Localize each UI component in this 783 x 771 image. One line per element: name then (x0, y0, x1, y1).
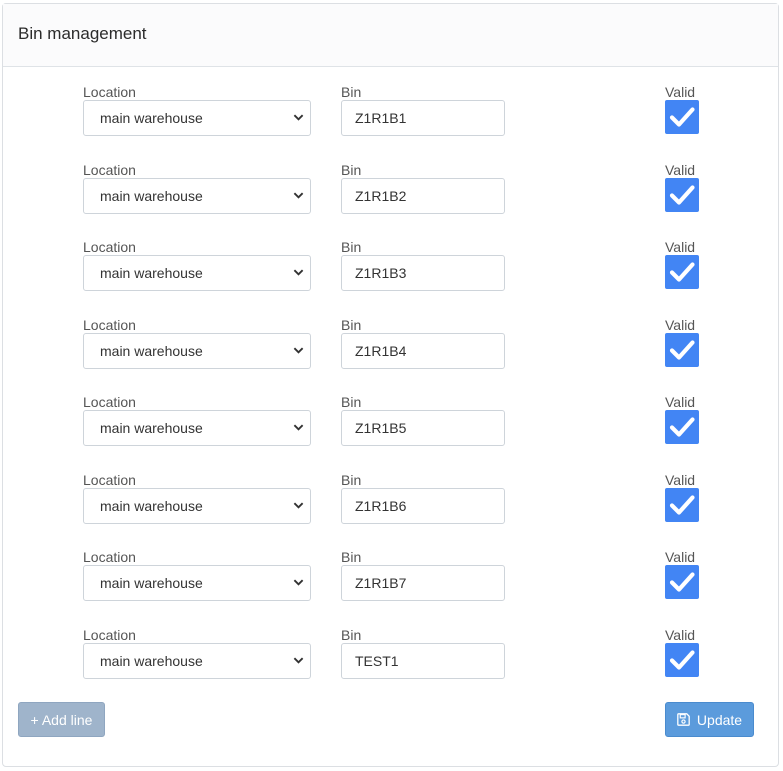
chevron-down-icon (293, 269, 304, 276)
chevron-down-icon (293, 424, 304, 431)
card-title: Bin management (3, 4, 778, 67)
check-icon (669, 339, 695, 360)
bin-row: Location Bin Valid main warehouse Z1R1B5 (3, 394, 780, 472)
location-select[interactable]: main warehouse (83, 487, 311, 524)
bin-input[interactable]: TEST1 (341, 642, 505, 679)
valid-checkbox[interactable] (665, 642, 699, 677)
bin-label: Bin (341, 549, 362, 565)
chevron-down-icon (293, 502, 304, 509)
location-select[interactable]: main warehouse (83, 642, 311, 679)
save-icon (677, 713, 690, 726)
valid-checkbox[interactable] (665, 410, 699, 444)
bin-input[interactable]: Z1R1B6 (341, 487, 505, 524)
add-line-button[interactable]: + Add line (18, 702, 105, 737)
bin-input-value: Z1R1B1 (355, 110, 407, 126)
bin-row: Location Bin Valid main warehouse Z1R1B1 (3, 84, 780, 162)
update-button[interactable]: Update (665, 702, 754, 737)
bin-label: Bin (341, 626, 362, 643)
valid-checkbox[interactable] (665, 255, 699, 289)
bin-label: Bin (341, 239, 362, 255)
update-label: Update (696, 711, 743, 728)
check-icon (669, 107, 695, 127)
location-label: Location (83, 239, 136, 255)
bin-input[interactable]: Z1R1B4 (341, 332, 505, 369)
location-select[interactable]: main warehouse (83, 100, 311, 136)
check-icon (669, 184, 695, 205)
location-select[interactable]: main warehouse (83, 177, 311, 214)
bin-input-value: Z1R1B7 (355, 575, 407, 591)
valid-label: Valid (665, 394, 696, 410)
location-select[interactable]: main warehouse (83, 565, 311, 601)
valid-label: Valid (665, 626, 696, 643)
bin-row: Location Bin Valid main warehouse Z1R1B3 (3, 239, 780, 317)
chevron-down-icon (293, 657, 304, 664)
bin-label: Bin (341, 161, 362, 178)
bin-input-value: Z1R1B5 (355, 420, 407, 436)
chevron-down-icon (293, 347, 304, 354)
valid-checkbox[interactable] (665, 565, 699, 599)
check-icon (669, 417, 695, 437)
location-select-value: main warehouse (100, 265, 203, 281)
valid-label: Valid (665, 161, 696, 178)
bin-label: Bin (341, 84, 362, 100)
bin-row: Location Bin Valid main warehouse Z1R1B2 (3, 162, 780, 240)
bin-management-card: Bin management Location Bin Valid main ware… (2, 3, 779, 767)
chevron-down-icon (293, 114, 304, 121)
bin-row: Location Bin Valid main warehouse Z1R1B6 (3, 472, 780, 550)
location-select-value: main warehouse (100, 110, 203, 126)
valid-label: Valid (665, 84, 696, 100)
valid-label: Valid (665, 471, 696, 488)
check-icon (669, 572, 695, 592)
chevron-down-icon (293, 579, 304, 586)
valid-checkbox[interactable] (665, 177, 699, 212)
bin-input[interactable]: Z1R1B3 (341, 255, 505, 291)
location-select[interactable]: main warehouse (83, 332, 311, 369)
check-icon (669, 649, 695, 670)
bin-label: Bin (341, 471, 362, 488)
location-select-value: main warehouse (100, 652, 203, 669)
bin-row: Location Bin Valid main warehouse TEST1 (3, 627, 780, 705)
bin-label: Bin (341, 394, 362, 410)
bin-input[interactable]: Z1R1B1 (341, 100, 505, 136)
location-select[interactable]: main warehouse (83, 255, 311, 291)
location-label: Location (83, 471, 136, 488)
bin-input-value: Z1R1B3 (355, 265, 407, 281)
location-select[interactable]: main warehouse (83, 410, 311, 446)
location-select-value: main warehouse (100, 575, 203, 591)
location-label: Location (83, 84, 136, 100)
bin-row: Location Bin Valid main warehouse Z1R1B7 (3, 549, 780, 627)
check-icon (669, 262, 695, 282)
valid-label: Valid (665, 239, 696, 255)
location-select-value: main warehouse (100, 342, 203, 359)
valid-checkbox[interactable] (665, 332, 699, 367)
add-line-label: + Add line (30, 711, 93, 728)
bin-input-value: TEST1 (355, 652, 399, 669)
location-label: Location (83, 316, 136, 333)
bin-row: Location Bin Valid main warehouse Z1R1B4 (3, 317, 780, 395)
valid-label: Valid (665, 549, 696, 565)
location-label: Location (83, 549, 136, 565)
check-icon (669, 494, 695, 515)
bin-input-value: Z1R1B2 (355, 187, 407, 204)
valid-checkbox[interactable] (665, 100, 699, 134)
bin-input-value: Z1R1B4 (355, 342, 407, 359)
bin-input-value: Z1R1B6 (355, 497, 407, 514)
location-select-value: main warehouse (100, 187, 203, 204)
bin-input[interactable]: Z1R1B5 (341, 410, 505, 446)
valid-label: Valid (665, 316, 696, 333)
bin-label: Bin (341, 316, 362, 333)
location-label: Location (83, 161, 136, 178)
chevron-down-icon (293, 192, 304, 199)
location-label: Location (83, 626, 136, 643)
bin-input[interactable]: Z1R1B7 (341, 565, 505, 601)
location-label: Location (83, 394, 136, 410)
valid-checkbox[interactable] (665, 487, 699, 522)
location-select-value: main warehouse (100, 497, 203, 514)
bin-input[interactable]: Z1R1B2 (341, 177, 505, 214)
location-select-value: main warehouse (100, 420, 203, 436)
